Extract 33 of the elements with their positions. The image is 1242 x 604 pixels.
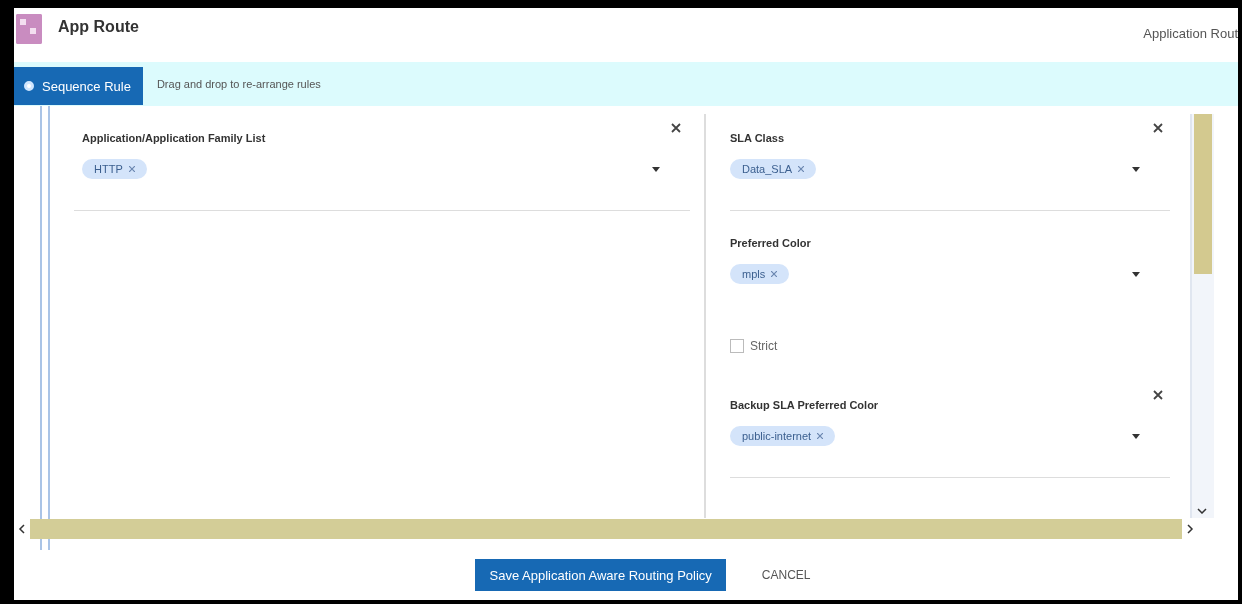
scroll-left-icon[interactable] bbox=[18, 524, 26, 534]
field-label: SLA Class bbox=[730, 132, 785, 144]
save-button[interactable]: Save Application Aware Routing Policy bbox=[475, 559, 726, 591]
drag-handle-bar[interactable] bbox=[40, 106, 50, 550]
vertical-scrollbar[interactable] bbox=[1190, 114, 1214, 518]
tag-chip[interactable]: mpls bbox=[730, 264, 790, 284]
close-icon[interactable] bbox=[1152, 122, 1164, 134]
cancel-button[interactable]: CANCEL bbox=[755, 567, 817, 583]
remove-icon[interactable] bbox=[798, 166, 805, 172]
app-icon bbox=[16, 14, 42, 44]
checkbox-label: Strict bbox=[750, 339, 778, 353]
close-icon[interactable] bbox=[670, 122, 682, 134]
tag-chip[interactable]: public-internet bbox=[730, 426, 836, 446]
remove-icon[interactable] bbox=[128, 166, 135, 172]
caret-icon[interactable] bbox=[652, 166, 660, 172]
caret-icon[interactable] bbox=[1132, 166, 1140, 172]
tag-chip[interactable]: Data_SLA bbox=[730, 159, 817, 179]
tag-chip[interactable]: HTTP bbox=[82, 159, 147, 179]
checkbox[interactable] bbox=[730, 339, 744, 353]
breadcrumb: Application Rout bbox=[1143, 26, 1238, 41]
caret-icon[interactable] bbox=[1132, 433, 1140, 439]
caret-icon[interactable] bbox=[1132, 271, 1140, 277]
scroll-down-icon[interactable] bbox=[1197, 508, 1207, 514]
sequence-rule-button[interactable]: Sequence Rule bbox=[14, 67, 143, 105]
field-label: Backup SLA Preferred Color bbox=[730, 399, 880, 411]
hint-text: Drag and drop to re-arrange rules bbox=[156, 78, 321, 90]
remove-icon[interactable] bbox=[817, 433, 824, 439]
scroll-right-icon[interactable] bbox=[1186, 524, 1194, 534]
close-icon[interactable] bbox=[1152, 389, 1164, 401]
field-label: Preferred Color bbox=[730, 237, 812, 249]
page-title: App Route bbox=[58, 18, 139, 36]
remove-icon[interactable] bbox=[771, 271, 778, 277]
field-label: Application/Application Family List bbox=[82, 132, 267, 144]
